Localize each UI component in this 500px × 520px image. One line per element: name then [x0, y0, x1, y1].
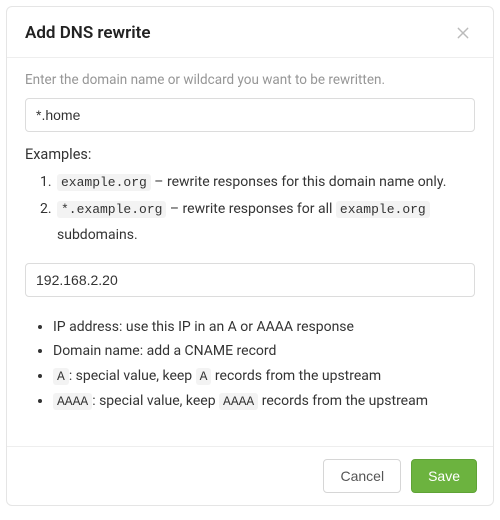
modal-body: Enter the domain name or wildcard you wa… [7, 58, 493, 446]
note-item: Domain name: add a CNAME record [53, 339, 475, 364]
add-dns-rewrite-modal: Add DNS rewrite Enter the domain name or… [6, 6, 494, 506]
note-text: records from the upstream [258, 393, 428, 409]
note-item: IP address: use this IP in an A or AAAA … [53, 315, 475, 340]
note-item: A: special value, keep A records from th… [53, 364, 475, 389]
note-text: : special value, keep [92, 393, 219, 409]
modal-header: Add DNS rewrite [7, 7, 493, 58]
example-item: example.org – rewrite responses for this… [55, 169, 475, 196]
note-text: : special value, keep [69, 368, 196, 384]
domain-input[interactable] [25, 98, 475, 132]
note-item: AAAA: special value, keep AAAA records f… [53, 389, 475, 414]
note-code: AAAA [219, 393, 258, 410]
domain-hint: Enter the domain name or wildcard you wa… [25, 72, 475, 88]
example-item: *.example.org – rewrite responses for al… [55, 196, 475, 249]
cancel-button[interactable]: Cancel [323, 459, 401, 493]
notes-list: IP address: use this IP in an A or AAAA … [25, 315, 475, 414]
save-button[interactable]: Save [411, 459, 477, 493]
answer-input[interactable] [25, 263, 475, 297]
note-code: AAAA [53, 393, 92, 410]
note-code: A [196, 368, 212, 385]
example-text: – rewrite responses for this domain name… [151, 174, 447, 190]
note-text: records from the upstream [211, 368, 381, 384]
close-button[interactable] [451, 21, 475, 45]
examples-list: example.org – rewrite responses for this… [25, 169, 475, 249]
note-code: A [53, 368, 69, 385]
note-text: IP address: use this IP in an A or AAAA … [53, 319, 354, 335]
example-text: – rewrite responses for all [166, 201, 335, 217]
examples-label: Examples: [25, 146, 475, 163]
modal-footer: Cancel Save [7, 446, 493, 505]
example-text: subdomains. [57, 227, 138, 243]
example-code: *.example.org [57, 201, 166, 218]
example-code: example.org [57, 174, 151, 191]
note-text: Domain name: add a CNAME record [53, 343, 276, 359]
close-icon [455, 29, 471, 44]
example-code: example.org [336, 201, 430, 218]
modal-title: Add DNS rewrite [25, 23, 150, 43]
